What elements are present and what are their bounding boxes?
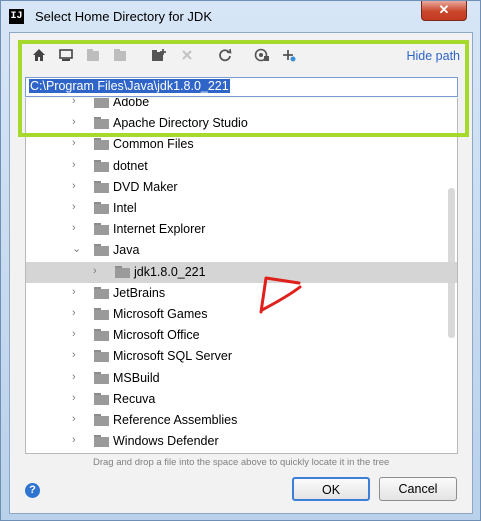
folder-icon [94,117,109,130]
tree-item[interactable]: › JetBrains [26,283,457,304]
folder-icon [94,350,109,363]
drag-drop-hint: Drag and drop a file into the space abov… [93,457,390,468]
tree-item-label: Java [113,243,140,258]
tree-item[interactable]: › Adobe [26,98,457,113]
hide-path-link[interactable]: Hide path [406,49,460,63]
tree-item[interactable]: › Reference Assemblies [26,410,457,431]
tree-item-label: DVD Maker [113,179,178,194]
folder-icon [94,371,109,384]
close-button[interactable]: ✕ [421,1,467,21]
tree-item-label: Microsoft Games [113,307,208,321]
tree-item[interactable]: › Common Files [26,134,457,155]
show-hidden-icon[interactable] [253,46,271,64]
chevron-right-icon[interactable]: › [72,329,82,340]
folder-icon [94,308,109,320]
folder-icon [94,98,109,108]
tree-item-label: Apache Directory Studio [113,116,248,131]
tree-item[interactable]: › Internet Explorer [26,219,457,240]
folder-icon [94,244,109,257]
chevron-right-icon[interactable]: › [72,414,82,425]
chevron-right-icon[interactable]: › [72,180,82,191]
chevron-right-icon[interactable]: › [72,138,82,149]
window-title: Select Home Directory for JDK [35,9,212,24]
folder-icon [94,392,109,405]
help-button[interactable]: ? [25,483,40,498]
tree-item[interactable]: › Microsoft SQL Server [26,346,457,367]
chevron-right-icon[interactable]: › [72,286,82,297]
chevron-right-icon[interactable]: › [72,223,82,234]
tree-item[interactable]: › Recuva [26,389,457,410]
file-chooser-toolbar: Hide path [24,46,460,70]
tree-item[interactable]: › jdk1.8.0_221 [26,261,457,283]
folder-icon [94,138,109,151]
desktop-icon[interactable] [57,46,75,64]
tree-item[interactable]: ⌄ Java [26,240,457,261]
chevron-down-icon[interactable]: ⌄ [72,244,82,255]
tree-item-label: Internet Explorer [113,222,206,237]
chevron-right-icon[interactable]: › [72,392,82,403]
tree-item[interactable]: › Microsoft Office [26,325,457,346]
tree-item-label: Adobe [113,98,150,109]
directory-tree[interactable]: › Adobe › Apache Directory Studio › Common Fi… [25,98,458,454]
folder-icon [94,202,109,214]
intellij-app-icon: IJ [9,9,24,24]
chevron-right-icon[interactable]: › [72,350,82,361]
project-icon [84,46,102,64]
chevron-right-icon[interactable]: › [93,265,103,276]
path-input-value: C:\Program Files\Java\jdk1.8.0_221 [29,79,230,93]
folder-icon [94,180,109,193]
tree-item-label: Reference Assemblies [113,413,238,427]
tree-item[interactable]: › dotnet [26,156,457,177]
refresh-icon[interactable] [216,46,234,64]
chevron-right-icon[interactable]: › [72,371,82,382]
tree-item[interactable]: › MSBuild [26,368,457,389]
chevron-right-icon[interactable]: › [72,117,82,128]
annotation-arrow [259,276,302,314]
folder-icon [94,329,109,342]
tree-item-label: MSBuild [113,370,160,385]
delete-icon [178,46,196,64]
new-folder-icon[interactable] [150,46,168,64]
tree-item-label: Intel [113,201,137,215]
tree-item[interactable]: › DVD Maker [26,177,457,198]
tree-item[interactable]: › Microsoft Games [26,304,457,325]
tree-item-label: JetBrains [113,285,166,300]
folder-icon [94,159,109,172]
ok-button[interactable]: OK [292,477,370,501]
tree-item-label: dotnet [113,158,148,173]
cancel-button[interactable]: Cancel [379,477,457,501]
title-bar[interactable]: IJ Select Home Directory for JDK ✕ [1,1,480,32]
folder-icon [94,414,109,426]
tree-item-label: Windows Defender [113,434,219,449]
folder-icon [94,435,109,448]
folder-icon [94,286,109,299]
home-icon[interactable] [30,46,48,64]
chevron-right-icon[interactable]: › [72,435,82,446]
folder-icon [115,265,130,278]
chevron-right-icon[interactable]: › [72,159,82,170]
tree-item[interactable]: › Intel [26,198,457,219]
folder-icon [94,223,109,236]
tree-item-label: jdk1.8.0_221 [134,264,206,279]
tree-item[interactable]: › Windows Defender [26,431,457,452]
path-input[interactable]: C:\Program Files\Java\jdk1.8.0_221 [25,77,458,97]
tree-item-label: Recuva [113,391,156,406]
collapse-icon[interactable] [280,46,298,64]
chevron-right-icon[interactable]: › [72,98,82,107]
tree-item-label: Common Files [113,137,194,152]
chevron-right-icon[interactable]: › [72,202,82,213]
tree-item[interactable]: › Apache Directory Studio [26,113,457,134]
tree-item-label: Microsoft Office [113,328,200,343]
tree-item-label: Microsoft SQL Server [113,349,233,364]
module-icon [111,46,129,64]
chevron-right-icon[interactable]: › [72,308,82,319]
